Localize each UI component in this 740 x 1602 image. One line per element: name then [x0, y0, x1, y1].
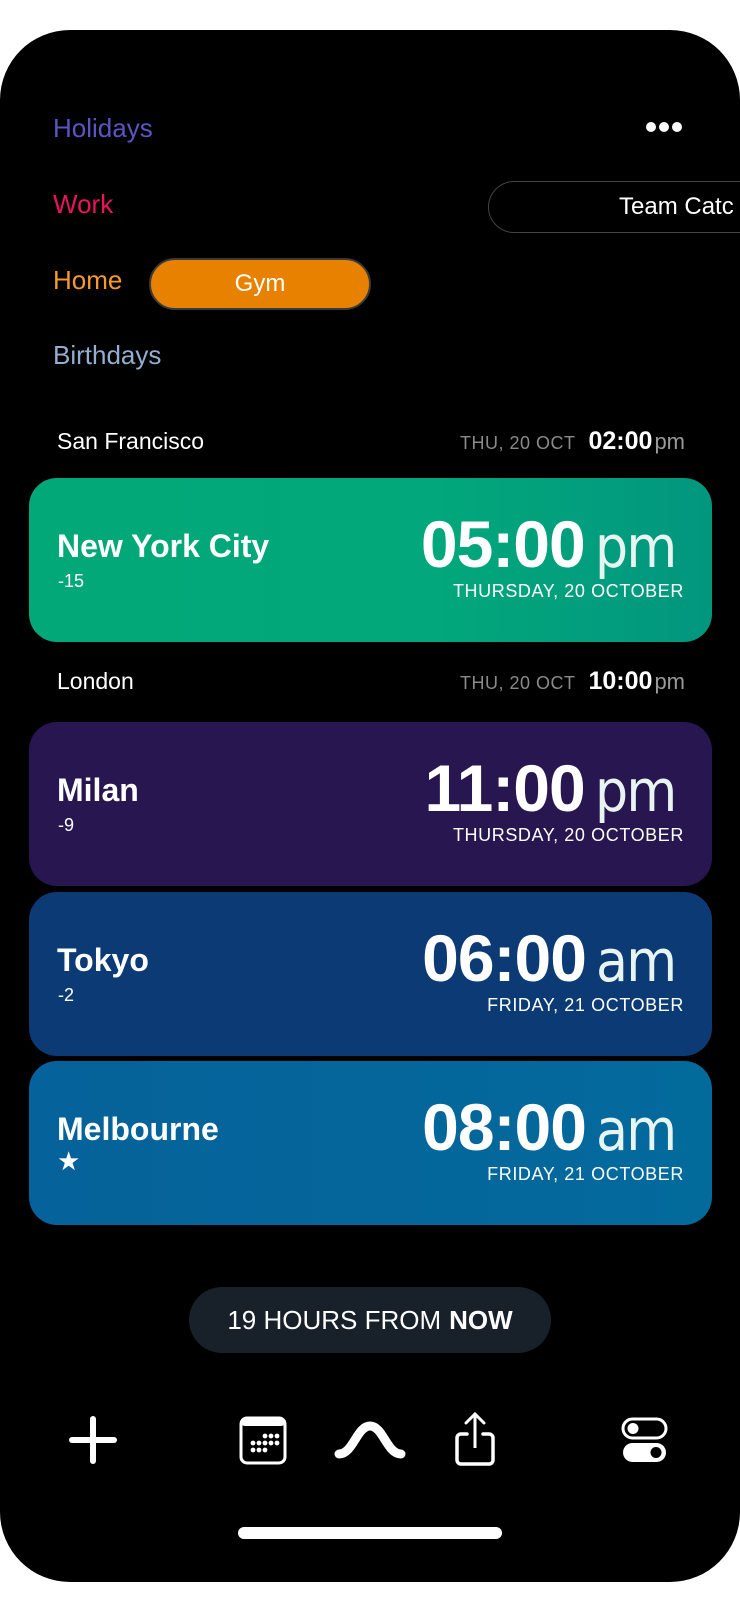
card-city: Milan: [57, 772, 139, 808]
category-work[interactable]: Work: [53, 188, 113, 220]
reference-time: 02:00: [588, 427, 653, 455]
reference-date: THU, 20 OCT: [459, 673, 576, 693]
city-card-new-york[interactable]: New York City -15 05:00 pm THURSDAY, 20 …: [29, 478, 712, 642]
event-gym[interactable]: Gym: [149, 258, 371, 310]
reference-date: THU, 20 OCT: [459, 433, 576, 453]
calendar-icon: [239, 1416, 287, 1465]
reference-time-group: THU, 20 OCT 10:00 pm: [460, 667, 685, 696]
home-star-icon: ★: [57, 1146, 81, 1176]
card-date: THURSDAY, 20 OCTOBER: [452, 581, 684, 601]
card-time: 06:00: [422, 921, 587, 995]
card-city: Tokyo: [57, 942, 149, 978]
reference-time: 10:00: [588, 667, 653, 695]
more-menu-button[interactable]: [644, 117, 684, 137]
event-label: Team Catc: [619, 193, 734, 220]
add-icon: [69, 1416, 117, 1464]
card-ampm: pm: [594, 757, 677, 825]
more-dot: [672, 122, 682, 132]
card-time: 05:00: [420, 507, 586, 581]
reference-ampm: pm: [654, 429, 685, 454]
card-time: 08:00: [422, 1090, 587, 1164]
city-card-milan[interactable]: Milan -9 11:00 pm THURSDAY, 20 OCTOBER: [29, 722, 712, 886]
share-button[interactable]: [451, 1412, 501, 1468]
event-label: Gym: [234, 270, 286, 297]
card-date: FRIDAY, 21 OCTOBER: [487, 995, 684, 1015]
curve-icon: [334, 1421, 406, 1459]
calendar-button[interactable]: [238, 1412, 288, 1468]
app-screen: Holidays Work Home Birthdays Team Catc G…: [0, 30, 740, 1582]
card-city: New York City: [57, 528, 270, 564]
share-icon: [455, 1412, 495, 1466]
city-card-melbourne[interactable]: Melbourne ★ 08:00 am FRIDAY, 21 OCTOBER: [29, 1061, 712, 1225]
category-home[interactable]: Home: [53, 264, 122, 296]
time-offset-suffix: NOW: [449, 1304, 513, 1335]
reference-city: London: [57, 668, 134, 694]
home-indicator[interactable]: [238, 1527, 502, 1539]
curve-button[interactable]: [333, 1412, 407, 1468]
add-button[interactable]: [68, 1412, 118, 1468]
card-ampm: pm: [594, 513, 677, 581]
category-birthdays[interactable]: Birthdays: [53, 339, 161, 371]
category-holidays[interactable]: Holidays: [53, 112, 153, 144]
card-offset: -15: [58, 571, 85, 591]
time-offset-prefix: 19 HOURS FROM: [227, 1304, 442, 1335]
card-offset: -9: [58, 815, 75, 835]
reference-time-group: THU, 20 OCT 02:00 pm: [460, 427, 685, 456]
card-city: Melbourne: [57, 1111, 219, 1147]
more-horizontal-icon: [646, 122, 656, 132]
card-time-group: 08:00 am: [422, 1089, 684, 1165]
reference-ampm: pm: [654, 669, 685, 694]
card-time: 11:00: [424, 751, 586, 825]
card-time-group: 05:00 pm: [421, 506, 684, 582]
more-dot: [659, 122, 669, 132]
card-date: THURSDAY, 20 OCTOBER: [452, 825, 684, 845]
city-card-tokyo[interactable]: Tokyo -2 06:00 am FRIDAY, 21 OCTOBER: [29, 892, 712, 1056]
reference-row-london[interactable]: London THU, 20 OCT 10:00 pm: [57, 667, 685, 699]
card-date: FRIDAY, 21 OCTOBER: [487, 1164, 684, 1184]
card-ampm: am: [595, 1096, 677, 1164]
card-ampm: am: [595, 927, 677, 995]
card-time-group: 06:00 am: [422, 920, 684, 996]
card-time-group: 11:00 pm: [425, 750, 685, 826]
reference-city: San Francisco: [57, 428, 205, 454]
time-offset-button[interactable]: 19 HOURS FROM NOW: [189, 1287, 551, 1353]
reference-row-san-francisco[interactable]: San Francisco THU, 20 OCT 02:00 pm: [57, 427, 685, 459]
settings-toggle-button[interactable]: [620, 1412, 670, 1468]
toggle-settings-icon: [621, 1417, 668, 1462]
card-offset: -2: [58, 985, 75, 1005]
event-team-catch[interactable]: Team Catc: [488, 181, 740, 233]
